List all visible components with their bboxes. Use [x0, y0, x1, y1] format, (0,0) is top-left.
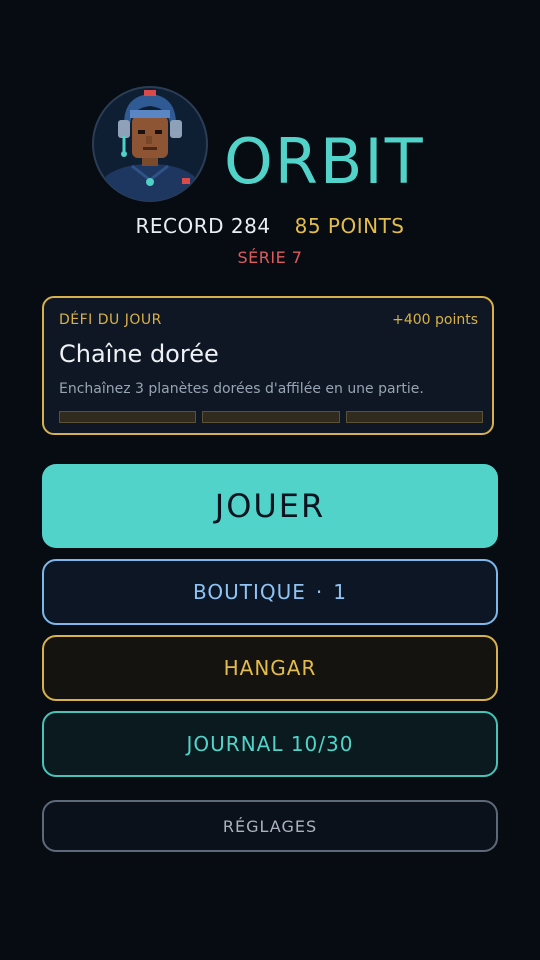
shop-separator: ·	[315, 580, 324, 604]
progress-segment	[59, 411, 197, 423]
daily-challenge-card: DÉFI DU JOUR +400 points Chaîne dorée En…	[42, 296, 494, 435]
play-button-label: JOUER	[214, 487, 326, 525]
challenge-progress-bar	[59, 411, 483, 423]
daily-challenge-name: Chaîne dorée	[59, 340, 219, 368]
stats-row: RECORD 284 85 POINTS	[0, 214, 540, 238]
journal-button-label: JOURNAL 10/30	[186, 732, 354, 756]
hangar-button-label: HANGAR	[223, 656, 317, 680]
journal-button[interactable]: JOURNAL 10/30	[42, 711, 498, 777]
streak-counter: SÉRIE 7	[237, 248, 303, 267]
daily-challenge-label: DÉFI DU JOUR	[59, 312, 162, 328]
record-score: RECORD 284	[135, 214, 271, 238]
progress-segment	[345, 411, 483, 423]
daily-challenge-description: Enchaînez 3 planètes dorées d'affilée en…	[59, 381, 424, 397]
play-button[interactable]: JOUER	[42, 464, 498, 548]
settings-button[interactable]: RÉGLAGES	[42, 800, 498, 852]
daily-challenge-reward: +400 points	[392, 312, 478, 328]
shop-badge-count: 1	[333, 580, 347, 604]
settings-button-label: RÉGLAGES	[222, 816, 318, 836]
shop-button-label: BOUTIQUE	[193, 580, 306, 604]
game-title: ORBIT	[224, 125, 425, 198]
points-balance: 85 POINTS	[294, 214, 405, 238]
progress-segment	[202, 411, 340, 423]
hangar-button[interactable]: HANGAR	[42, 635, 498, 701]
astronaut-pilot-portrait-icon	[92, 86, 208, 202]
shop-button[interactable]: BOUTIQUE · 1	[42, 559, 498, 625]
avatar	[92, 84, 208, 204]
